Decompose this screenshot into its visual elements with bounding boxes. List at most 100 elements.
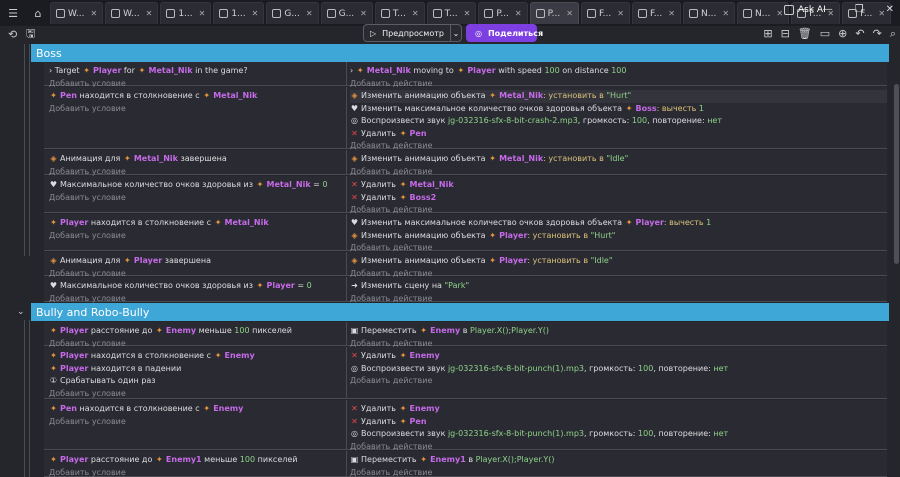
home-icon[interactable]: ⌂ <box>30 7 46 20</box>
actions-cell[interactable]: ✕ Удалить ✦ Enemy ◎ Воспроизвести звук jg-03… <box>347 347 887 398</box>
action-line[interactable]: ▣ Переместить ✦ Enemy в Player.X();Player.… <box>350 325 887 338</box>
actions-cell[interactable]: ➜ Изменить сцену на "Park" Добавить действ… <box>347 277 887 303</box>
condition-line[interactable]: ♥ Максимальное количество очков здоровья … <box>49 179 346 192</box>
action-line[interactable]: ◈ Изменить анимацию объекта ✦ Player: уста… <box>350 230 887 243</box>
action-line[interactable]: ◎ Воспроизвести звук jg-032316-sfx-8-bit-… <box>350 428 887 441</box>
add-condition-link[interactable]: Добавить условие <box>49 103 346 116</box>
event-row[interactable]: › Target ✦ Player for ✦ Metal_Nik in the g… <box>44 62 887 88</box>
conditions-cell[interactable]: ✦ Player находится в столкновение с ✦ Meta… <box>44 214 347 250</box>
condition-line[interactable]: ✦ Player находится в падении <box>49 363 346 376</box>
close-tab-icon[interactable]: ✕ <box>199 9 206 18</box>
close-tab-icon[interactable]: ✕ <box>360 9 367 18</box>
close-tab-icon[interactable]: ✕ <box>252 9 259 18</box>
condition-line[interactable]: ◈ Анимация для ✦ Player завершена <box>49 255 346 268</box>
conditions-cell[interactable]: ✦ Player расстояние до ✦ Enemy1 меньше 100… <box>44 451 347 477</box>
condition-line[interactable]: ✦ Player расстояние до ✦ Enemy меньше 100 … <box>49 325 346 338</box>
add-condition-link[interactable]: Добавить условие <box>49 230 346 243</box>
event-row[interactable]: ♥ Максимальное количество очков здоровья … <box>44 277 887 303</box>
action-line[interactable]: ✕ Удалить ✦ Pen <box>350 128 887 141</box>
action-line[interactable]: ◈ Изменить анимацию объекта ✦ Metal_Nik: у… <box>350 153 887 166</box>
add-event-icon[interactable]: ⊞ <box>763 27 772 41</box>
actions-cell[interactable]: ◈ Изменить анимацию объекта ✦ Player: уста… <box>347 252 887 278</box>
actions-cell[interactable]: ◈ Изменить анимацию объекта ✦ Metal_Nik: у… <box>347 87 887 150</box>
add-action-link[interactable]: Добавить действие <box>350 375 887 388</box>
add-condition-link[interactable]: Добавить условие <box>49 388 346 401</box>
conditions-cell[interactable]: ✦ Player расстояние до ✦ Enemy меньше 100 … <box>44 322 347 348</box>
close-tab-icon[interactable]: ✕ <box>146 9 153 18</box>
undo-icon[interactable]: ↶ <box>855 27 864 41</box>
action-line[interactable]: ✕ Удалить ✦ Metal_Nik <box>350 179 887 192</box>
actions-cell[interactable]: ◈ Изменить анимацию объекта ✦ Metal_Nik: у… <box>347 150 887 176</box>
close-tab-icon[interactable]: ✕ <box>90 9 97 18</box>
group-header[interactable]: Boss <box>31 44 889 62</box>
condition-line[interactable]: ✦ Player расстояние до ✦ Enemy1 меньше 100… <box>49 454 346 467</box>
tab-1[interactable]: W... ✕ <box>50 2 104 24</box>
event-row[interactable]: ✦ Pen находится в столкновение с ✦ Metal_N… <box>44 87 887 150</box>
minimize-icon[interactable]: — <box>823 4 833 15</box>
close-tab-icon[interactable]: ✕ <box>515 9 522 18</box>
comment-icon[interactable]: ▭ <box>820 27 830 41</box>
conditions-cell[interactable]: ◈ Анимация для ✦ Metal_Nik завершена Добави… <box>44 150 347 176</box>
tab-2[interactable]: W... ✕ <box>105 2 159 24</box>
event-row[interactable]: ✦ Player расстояние до ✦ Enemy1 меньше 100… <box>44 451 887 477</box>
condition-line[interactable]: ◈ Анимация для ✦ Metal_Nik завершена <box>49 153 346 166</box>
add-action-link[interactable]: Добавить действие <box>350 467 887 477</box>
action-line[interactable]: ✕ Удалить ✦ Boss2 <box>350 192 887 205</box>
close-tab-icon[interactable]: ✕ <box>306 9 313 18</box>
event-row[interactable]: ◈ Анимация для ✦ Player завершена Добавить … <box>44 252 887 278</box>
action-line[interactable]: ◈ Изменить анимацию объекта ✦ Metal_Nik: у… <box>350 90 887 103</box>
conditions-cell[interactable]: ✦ Player находится в столкновение с ✦ Enem… <box>44 347 347 398</box>
actions-cell[interactable]: › ✦ Metal_Nik moving to ✦ Player with spee… <box>347 62 887 88</box>
scrollbar[interactable] <box>893 44 900 477</box>
event-row[interactable]: ◈ Анимация для ✦ Metal_Nik завершена Добави… <box>44 150 887 176</box>
condition-line[interactable]: ✦ Player находится в столкновение с ✦ Meta… <box>49 217 346 230</box>
close-tab-icon[interactable]: ✕ <box>722 9 729 18</box>
conditions-cell[interactable]: ✦ Pen находится в столкновение с ✦ Enemy До… <box>44 400 347 449</box>
action-line[interactable]: ✕ Удалить ✦ Enemy <box>350 403 887 416</box>
action-line[interactable]: ◎ Воспроизвести звук jg-032316-sfx-8-bit-… <box>350 115 887 128</box>
tab-5[interactable]: G... ✕ <box>266 2 319 24</box>
close-tab-icon[interactable]: ✕ <box>412 9 419 18</box>
action-line[interactable]: ✕ Удалить ✦ Enemy <box>350 350 887 363</box>
add-condition-link[interactable]: Добавить условие <box>49 192 346 205</box>
action-line[interactable]: ♥ Изменить максимальное количество очков … <box>350 217 887 230</box>
chevron-down-icon[interactable]: ⌄ <box>17 307 25 317</box>
tab-7[interactable]: T... ✕ <box>374 2 425 24</box>
event-row[interactable]: ✦ Player находится в столкновение с ✦ Meta… <box>44 214 887 252</box>
condition-line[interactable]: ✦ Pen находится в столкновение с ✦ Enemy <box>49 403 346 416</box>
condition-line[interactable]: ① Срабатывать один раз <box>49 375 346 388</box>
conditions-cell[interactable]: ♥ Максимальное количество очков здоровья … <box>44 176 347 212</box>
tab-13[interactable]: N... ✕ <box>683 2 736 24</box>
condition-line[interactable]: ✦ Pen находится в столкновение с ✦ Metal_N… <box>49 90 346 103</box>
save-icon[interactable]: 🖫 <box>26 25 35 44</box>
event-row[interactable]: ♥ Максимальное количество очков здоровья … <box>44 176 887 214</box>
close-icon[interactable]: ✕ <box>886 4 894 15</box>
ask-ai-button[interactable]: Ask AI <box>784 5 826 15</box>
event-row[interactable]: ✦ Pen находится в столкновение с ✦ Enemy До… <box>44 400 887 451</box>
add-icon[interactable]: ⊕ <box>838 27 847 41</box>
event-row[interactable]: ✦ Player расстояние до ✦ Enemy меньше 100 … <box>44 322 887 348</box>
conditions-cell[interactable]: ◈ Анимация для ✦ Player завершена Добавить … <box>44 252 347 278</box>
close-tab-icon[interactable]: ✕ <box>617 9 624 18</box>
chevron-down-icon[interactable]: ⌄ <box>451 29 461 38</box>
actions-cell[interactable]: ♥ Изменить максимальное количество очков … <box>347 214 887 252</box>
preview-button[interactable]: ▷ Предпросмотр ⌄ <box>363 24 462 42</box>
search-icon[interactable]: ⌕ <box>890 27 896 41</box>
condition-line[interactable]: ♥ Максимальное количество очков здоровья … <box>49 280 346 293</box>
add-condition-link[interactable]: Добавить условие <box>49 467 346 477</box>
action-line[interactable]: ▣ Переместить ✦ Enemy1 в Player.X();Player… <box>350 454 887 467</box>
add-subevent-icon[interactable]: ⊟ <box>781 27 790 41</box>
conditions-cell[interactable]: ✦ Pen находится в столкновение с ✦ Metal_N… <box>44 87 347 148</box>
add-condition-link[interactable]: Добавить условие <box>49 416 346 429</box>
action-line[interactable]: ➜ Изменить сцену на "Park" <box>350 280 887 293</box>
undo-history-icon[interactable]: ⟲ <box>8 28 17 41</box>
delete-icon[interactable]: 🗑 <box>798 27 812 41</box>
tab-11[interactable]: F... ✕ <box>580 2 630 24</box>
tab-10[interactable]: P... ✕ <box>529 2 579 24</box>
action-line[interactable]: ✕ Удалить ✦ Pen <box>350 416 887 429</box>
tab-12[interactable]: F... ✕ <box>631 2 681 24</box>
tab-9[interactable]: P... ✕ <box>478 2 528 24</box>
close-tab-icon[interactable]: ✕ <box>566 9 573 18</box>
condition-line[interactable]: ✦ Player находится в столкновение с ✦ Enem… <box>49 350 346 363</box>
action-line[interactable]: ♥ Изменить максимальное количество очков … <box>350 103 887 116</box>
